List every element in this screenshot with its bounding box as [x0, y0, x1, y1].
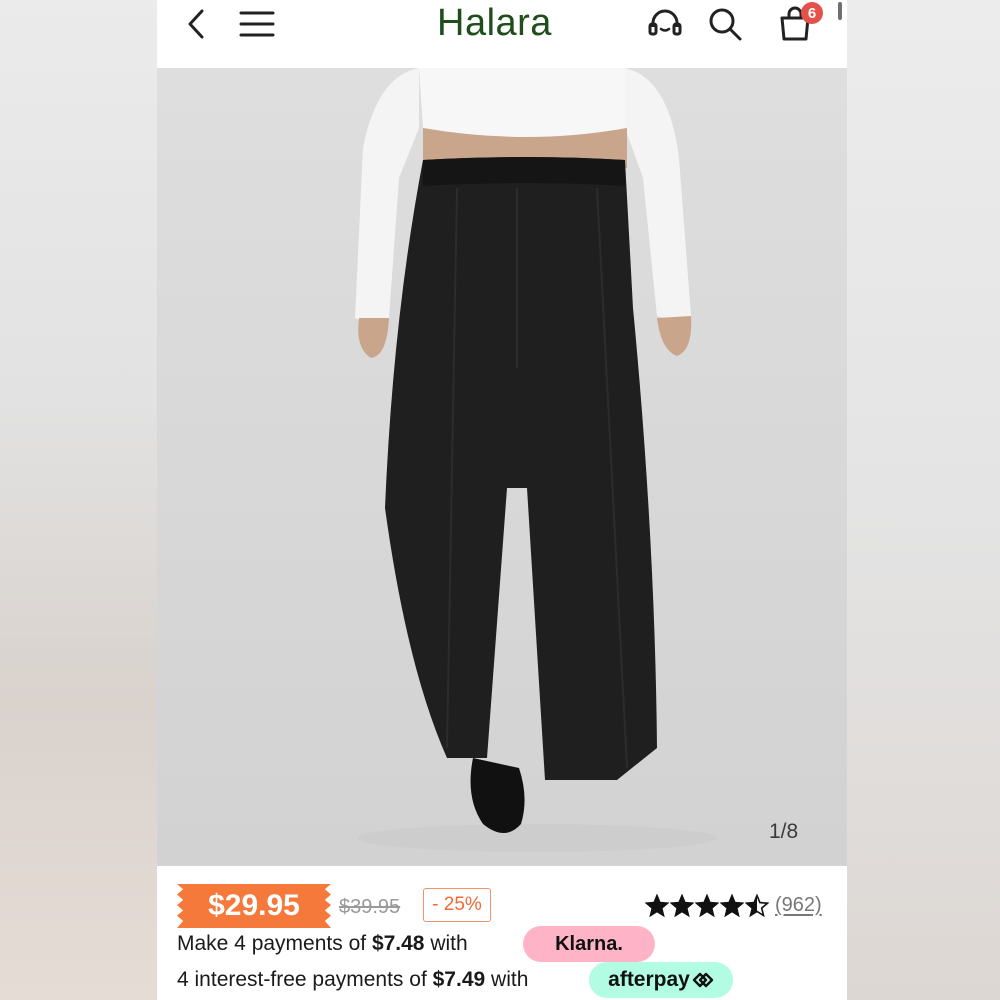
star-rating[interactable]	[645, 890, 770, 922]
star-icon	[670, 894, 694, 918]
search-button[interactable]	[703, 4, 747, 44]
back-button[interactable]	[177, 4, 217, 44]
original-price: $39.95	[339, 896, 401, 918]
afterpay-amount: $7.49	[432, 968, 486, 991]
scroll-indicator	[838, 2, 842, 20]
menu-button[interactable]	[235, 4, 279, 44]
back-arrow-icon	[188, 9, 204, 39]
klarna-button[interactable]: Klarna.	[523, 926, 655, 962]
klarna-amount: $7.48	[371, 932, 425, 955]
brand-logo[interactable]: Halara	[437, 2, 552, 45]
star-icon	[745, 894, 769, 918]
search-icon	[709, 8, 742, 41]
afterpay-payment-line: 4 interest-free payments of $7.49 with	[177, 968, 528, 992]
product-photo	[355, 68, 717, 852]
top-nav-bar: Halara 6	[157, 0, 847, 66]
customer-support-button[interactable]	[643, 4, 687, 44]
product-page: Halara 6 1/8 $29.95 $39.95 - 25% (962) M…	[157, 0, 847, 1000]
menu-icon	[239, 11, 275, 37]
afterpay-label: afterpay	[608, 968, 690, 991]
star-icon	[720, 894, 744, 918]
image-counter: 1/8	[769, 820, 799, 843]
star-icon	[645, 894, 669, 918]
klarna-suffix: with	[424, 932, 468, 955]
afterpay-button[interactable]: afterpay	[589, 962, 733, 998]
headset-support-icon	[648, 9, 682, 36]
klarna-prefix: Make 4 payments of	[177, 932, 372, 955]
product-info: $29.95 $39.95 - 25% (962) Make 4 payment…	[157, 866, 847, 1000]
blurred-backdrop-left	[0, 0, 157, 1000]
product-image-carousel[interactable]: 1/8	[157, 68, 847, 866]
review-count-link[interactable]: (962)	[775, 894, 822, 917]
discount-badge: - 25%	[423, 888, 491, 922]
klarna-payment-line: Make 4 payments of $7.48 with	[177, 932, 468, 956]
current-price: $29.95	[177, 884, 331, 928]
afterpay-suffix: with	[485, 968, 529, 991]
star-icon	[695, 894, 719, 918]
afterpay-arrows-icon	[692, 972, 714, 988]
cart-count-badge: 6	[801, 2, 823, 24]
blurred-backdrop-right	[847, 0, 1000, 1000]
afterpay-prefix: 4 interest-free payments of	[177, 968, 433, 991]
